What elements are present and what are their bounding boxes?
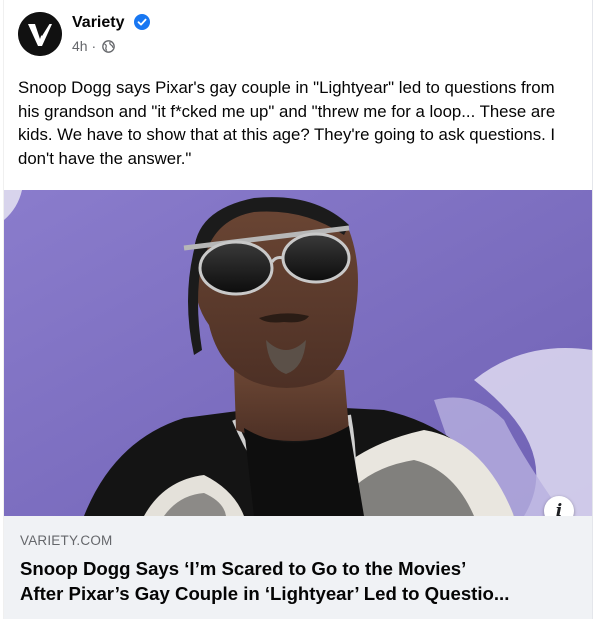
- link-preview[interactable]: VARIETY.COM Snoop Dogg Says ‘I’m Scared …: [4, 516, 592, 619]
- globe-icon[interactable]: [102, 40, 115, 56]
- post-photo[interactable]: i: [4, 190, 592, 516]
- post-timestamp[interactable]: 4h: [72, 38, 88, 54]
- meta-separator: ·: [91, 38, 97, 54]
- variety-avatar[interactable]: [18, 12, 62, 56]
- link-domain: VARIETY.COM: [20, 533, 113, 548]
- link-headline[interactable]: Snoop Dogg Says ‘I’m Scared to Go to the…: [20, 556, 580, 606]
- post-meta: 4h ·: [72, 38, 115, 56]
- post-text: Snoop Dogg says Pixar's gay couple in "L…: [18, 78, 556, 168]
- verified-badge-icon: [133, 14, 150, 35]
- variety-v-logo-icon: [18, 12, 62, 56]
- facebook-post-card: Variety 4h · Snoop Dogg says Pixar's gay…: [3, 0, 593, 619]
- page-name[interactable]: Variety: [72, 14, 124, 31]
- link-headline-line-2: After Pixar’s Gay Couple in ‘Lightyear’ …: [20, 583, 510, 604]
- link-headline-line-1: Snoop Dogg Says ‘I’m Scared to Go to the…: [20, 558, 467, 579]
- snoop-dogg-photo: [4, 190, 592, 516]
